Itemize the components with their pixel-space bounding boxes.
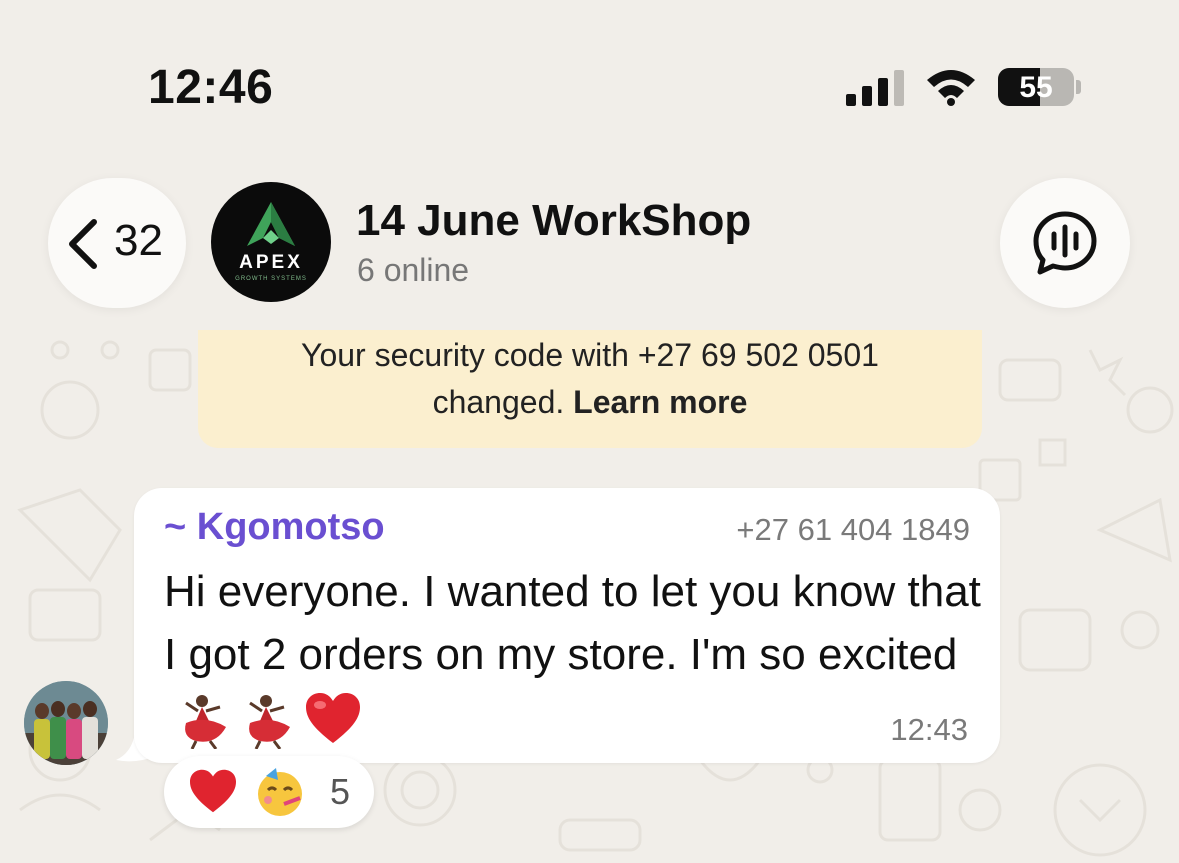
red-heart-emoji-icon (306, 693, 360, 744)
battery-cap (1076, 80, 1081, 94)
message-time: 12:43 (890, 712, 968, 747)
status-time: 12:46 (148, 61, 274, 114)
message-bubble[interactable]: ~ Kgomotso +27 61 404 1849 Hi everyone. … (134, 488, 1000, 763)
security-code-notice: Your security code with +27 69 502 0501 … (198, 330, 982, 448)
partying-face-reaction-icon (258, 768, 302, 816)
sender-photo (24, 681, 108, 765)
heart-reaction-icon (190, 769, 236, 813)
logo-tagline: GROWTH SYSTEMS (235, 276, 307, 282)
group-avatar[interactable]: APEX GROWTH SYSTEMS (211, 182, 331, 302)
notice-line1: Your security code with +27 69 502 0501 (301, 337, 879, 373)
logo-name: APEX (239, 252, 303, 273)
message-sender-phone: +27 61 404 1849 (736, 512, 970, 547)
unread-count: 32 (114, 216, 163, 265)
chevron-left-icon (69, 219, 97, 269)
message-text: Hi everyone. I wanted to let you know th… (164, 567, 981, 679)
voice-chat-icon (1033, 211, 1097, 275)
message-emojis (176, 691, 362, 750)
voice-chat-button[interactable] (1000, 178, 1130, 308)
cellular-signal-icon (846, 70, 904, 106)
notice-line2: changed. Learn more (198, 379, 982, 426)
dancer-emoji-icon (249, 695, 290, 750)
battery-percent: 55 (1019, 71, 1053, 104)
notice-changed-text: changed. (432, 384, 565, 420)
message-sender[interactable]: ~ Kgomotso (164, 506, 385, 549)
message-body: Hi everyone. I wanted to let you know th… (164, 560, 984, 750)
sender-avatar[interactable] (24, 681, 108, 765)
chat-title[interactable]: 14 June WorkShop (356, 196, 751, 246)
back-button[interactable]: 32 (48, 178, 186, 308)
reaction-count: 5 (330, 771, 351, 812)
wifi-icon (927, 70, 975, 106)
status-bar: 12:46 55 (0, 0, 1179, 170)
battery-icon: 55 (998, 68, 1074, 106)
apex-logo-icon (247, 202, 295, 246)
chat-online-status: 6 online (357, 252, 470, 288)
dancer-emoji-icon (185, 695, 226, 750)
message-reactions[interactable]: 5 (164, 756, 374, 828)
learn-more-link[interactable]: Learn more (573, 384, 747, 420)
